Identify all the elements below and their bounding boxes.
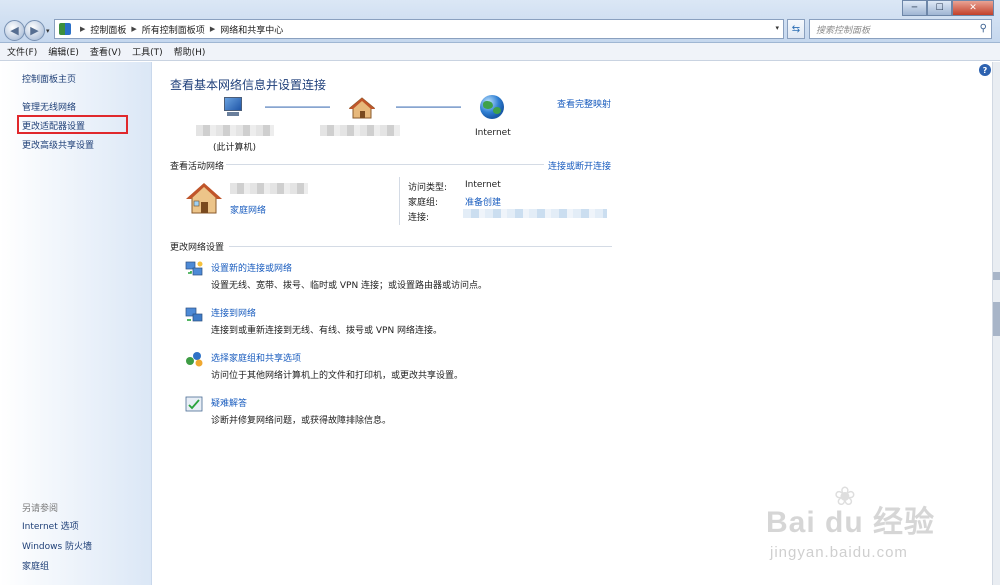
sidebar-item-change-adapter[interactable]: 更改适配器设置 (22, 119, 85, 132)
forward-arrow-icon: ▶ (30, 24, 39, 37)
access-type-label: 访问类型: (408, 183, 448, 193)
new-connection-icon (185, 261, 203, 276)
breadcrumb-control-panel[interactable]: 控制面板 (90, 23, 126, 36)
scroll-mark (993, 272, 1000, 280)
network-type-link[interactable]: 家庭网络 (230, 203, 266, 216)
task-connect-network-desc: 连接到或重新连接到无线、有线、拨号或 VPN 网络连接。 (211, 326, 443, 336)
refresh-icon: ⇆ (791, 23, 801, 35)
menu-tools[interactable]: 工具(T) (132, 45, 163, 58)
control-panel-icon (59, 23, 71, 35)
sidebar-control-panel-home[interactable]: 控制面板主页 (22, 72, 76, 85)
homegroup-icon (186, 352, 203, 367)
refresh-button[interactable]: ⇆ (787, 19, 805, 39)
vertical-divider (399, 177, 400, 225)
chevron-down-icon[interactable]: ▾ (775, 24, 779, 32)
close-button[interactable]: ✕ (952, 0, 994, 16)
full-map-link[interactable]: 查看完整映射 (557, 97, 611, 110)
see-also-homegroup[interactable]: 家庭组 (22, 559, 49, 572)
task-homegroup-sharing-desc: 访问位于其他网络计算机上的文件和打印机，或更改共享设置。 (211, 371, 464, 381)
search-placeholder: 搜索控制面板 (816, 25, 871, 36)
menu-file[interactable]: 文件(F) (7, 45, 37, 58)
back-button[interactable]: ◀ (4, 20, 25, 41)
task-setup-connection-desc: 设置无线、宽带、拨号、临时或 VPN 连接；或设置路由器或访问点。 (211, 281, 488, 291)
search-icon[interactable]: ⚲ (980, 23, 987, 34)
task-setup-connection[interactable]: 设置新的连接或网络 (211, 261, 292, 274)
maximize-button[interactable]: ☐ (927, 0, 952, 16)
task-troubleshoot[interactable]: 疑难解答 (211, 396, 247, 409)
connection-label: 连接: (408, 213, 430, 223)
sidebar-item-manage-wireless[interactable]: 管理无线网络 (22, 100, 76, 113)
connect-network-icon (185, 307, 203, 322)
minimize-button[interactable]: ─ (902, 0, 927, 16)
breadcrumb-all-items[interactable]: 所有控制面板项 (142, 23, 205, 36)
back-arrow-icon: ◀ (10, 24, 19, 37)
access-type-value: Internet (465, 180, 501, 190)
connect-disconnect-link[interactable]: 连接或断开连接 (548, 159, 611, 172)
troubleshoot-icon (185, 396, 203, 412)
page-title: 查看基本网络信息并设置连接 (170, 78, 327, 92)
chevron-right-icon[interactable]: ▶ (80, 25, 85, 33)
divider (229, 246, 612, 247)
connection-name-redacted[interactable] (463, 209, 607, 218)
task-connect-network[interactable]: 连接到网络 (211, 306, 256, 319)
menu-view[interactable]: 查看(V) (90, 45, 121, 58)
chevron-right-icon[interactable]: ▶ (210, 25, 215, 33)
watermark-url: jingyan.baidu.com (770, 544, 908, 561)
title-bar: ─ ☐ ✕ ◀ ▶ ▾ ▶ 控制面板 ▶ 所有控制面板项 ▶ 网络和共享中心 ▾… (0, 0, 1000, 43)
menu-bar: 文件(F) 编辑(E) 查看(V) 工具(T) 帮助(H) (0, 43, 1000, 61)
see-also-header: 另请参阅 (22, 504, 59, 514)
active-networks-header: 查看活动网络 (170, 162, 225, 172)
sidebar: 控制面板主页 管理无线网络 更改适配器设置 更改高级共享设置 另请参阅 Inte… (0, 62, 152, 585)
see-also-internet-options[interactable]: Internet 选项 (22, 519, 79, 532)
menu-help[interactable]: 帮助(H) (174, 45, 206, 58)
scroll-thumb[interactable] (993, 302, 1000, 336)
breadcrumb-network-center[interactable]: 网络和共享中心 (220, 23, 283, 36)
homegroup-label: 家庭组: (408, 198, 439, 208)
active-network-name-redacted (230, 183, 308, 194)
task-homegroup-sharing[interactable]: 选择家庭组和共享选项 (211, 351, 301, 364)
sidebar-item-advanced-sharing[interactable]: 更改高级共享设置 (22, 138, 94, 151)
recent-pages-dropdown[interactable]: ▾ (46, 27, 50, 35)
task-troubleshoot-desc: 诊断并修复网络问题，或获得故障排除信息。 (211, 416, 392, 426)
menu-edit[interactable]: 编辑(E) (48, 45, 79, 58)
chevron-right-icon[interactable]: ▶ (131, 25, 136, 33)
search-input[interactable]: 搜索控制面板 ⚲ (809, 19, 992, 39)
computer-name-redacted (196, 125, 274, 136)
baidu-watermark: ❀ Bai du 经验 jingyan.baidu.com (766, 482, 994, 578)
globe-icon[interactable] (480, 95, 504, 119)
divider (226, 164, 544, 165)
home-network-icon (186, 183, 222, 214)
see-also-windows-firewall[interactable]: Windows 防火墙 (22, 539, 92, 552)
connection-line (396, 106, 461, 108)
help-icon[interactable]: ? (979, 64, 991, 76)
homegroup-link[interactable]: 准备创建 (465, 195, 501, 208)
this-computer-label: (此计算机) (213, 143, 257, 153)
window-controls: ─ ☐ ✕ (902, 0, 994, 16)
watermark-logo: Bai du 经验 (766, 506, 936, 539)
network-name-redacted (320, 125, 400, 136)
address-bar[interactable]: ▶ 控制面板 ▶ 所有控制面板项 ▶ 网络和共享中心 ▾ (54, 19, 784, 39)
home-network-icon[interactable] (349, 97, 375, 119)
internet-label: Internet (475, 128, 511, 138)
change-settings-header: 更改网络设置 (170, 243, 225, 253)
connection-line (265, 106, 330, 108)
computer-icon[interactable] (221, 97, 245, 119)
forward-button[interactable]: ▶ (24, 20, 45, 41)
